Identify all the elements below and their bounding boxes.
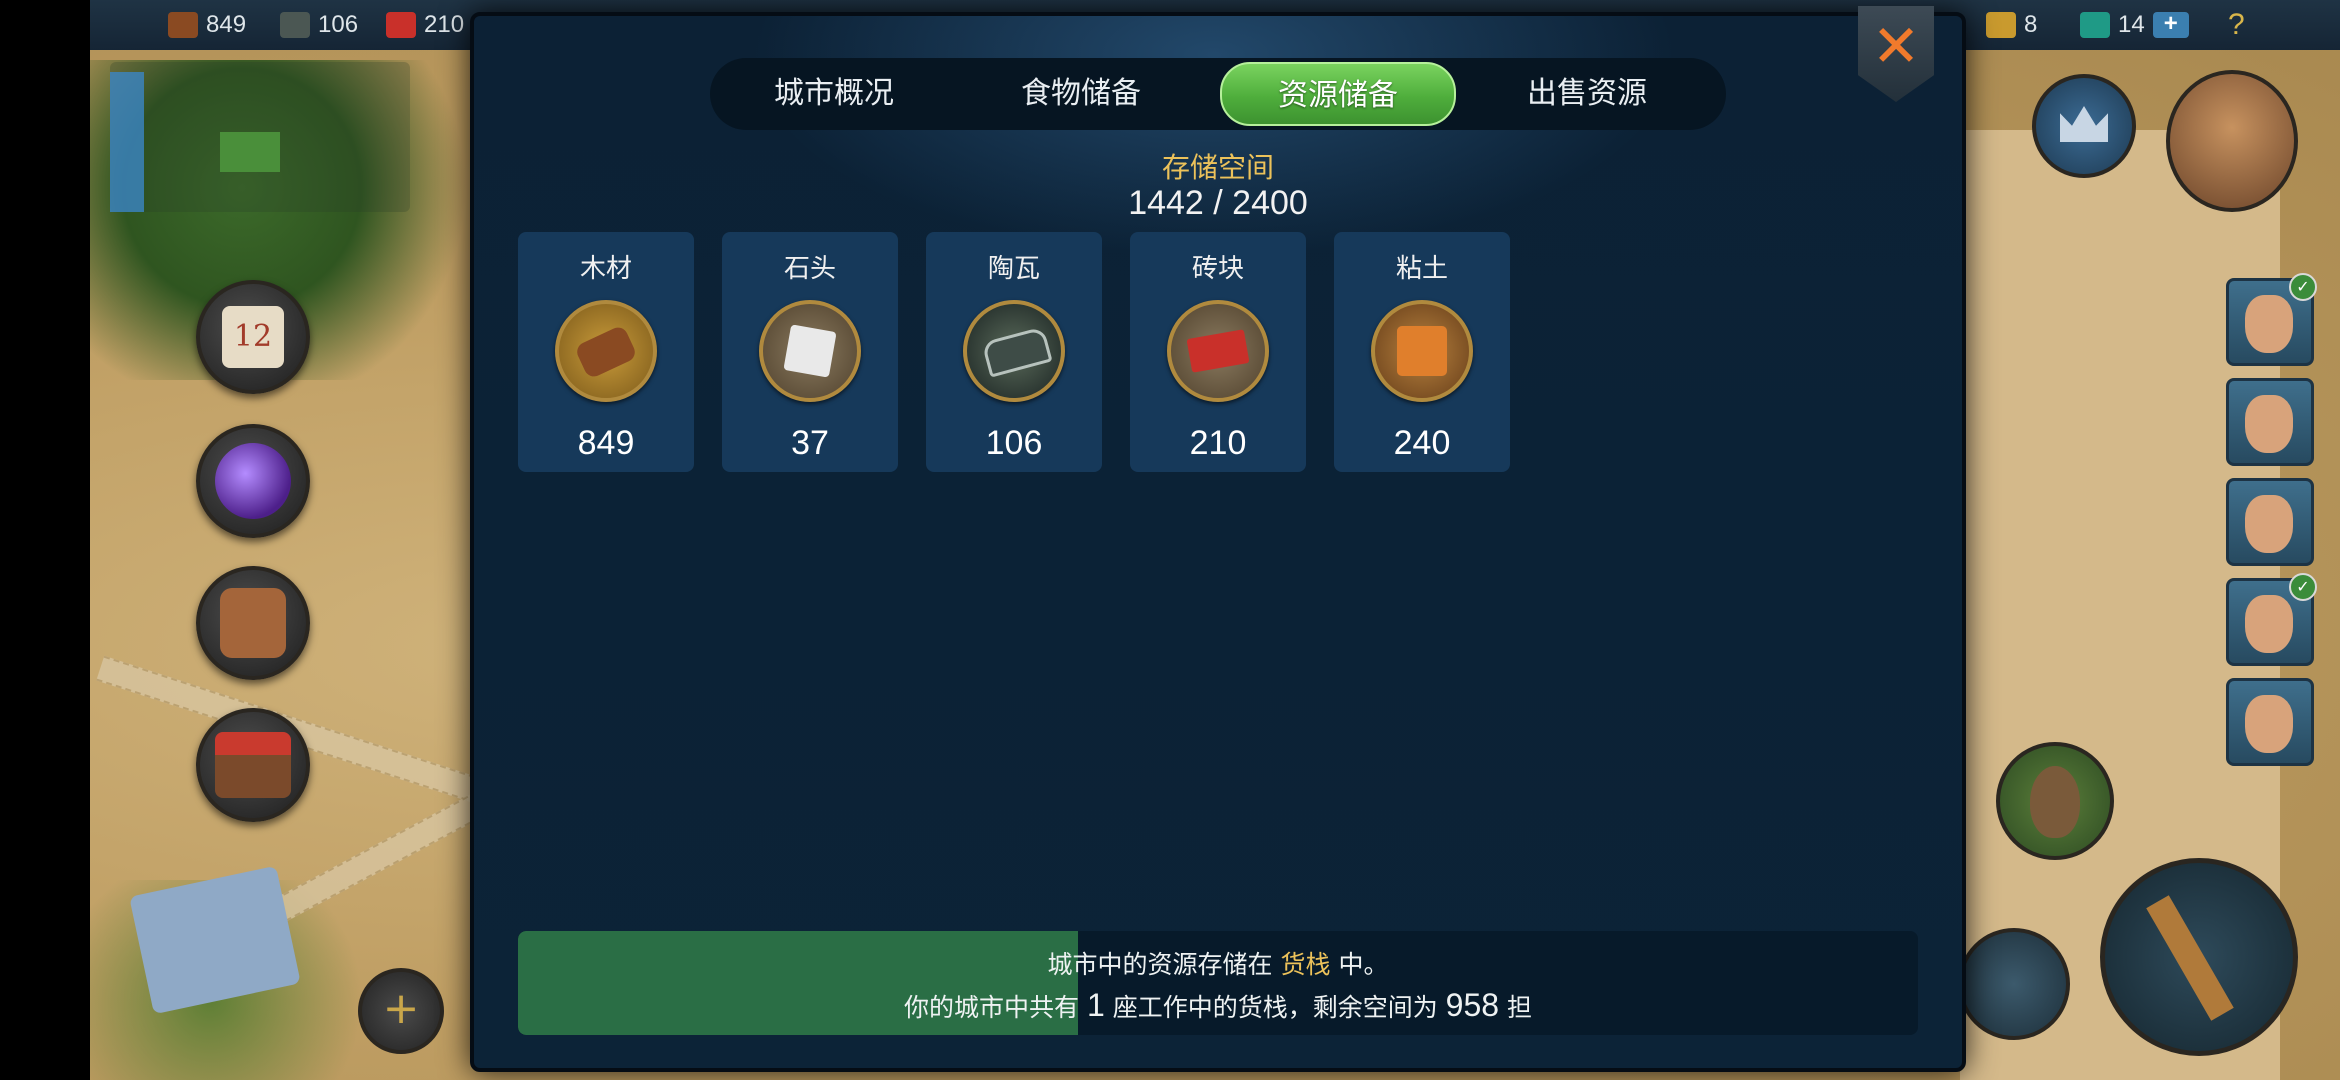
resource-name: 粘土 — [1395, 254, 1448, 284]
kingdom-button[interactable] — [2032, 74, 2136, 178]
minimap[interactable] — [110, 62, 410, 212]
roof-tile-shape — [981, 326, 1053, 378]
minimap-city — [220, 132, 280, 172]
build-hammer-button[interactable] — [2100, 858, 2298, 1056]
resource-name: 陶瓦 — [987, 254, 1040, 284]
storage-space-value: 1442 / 2400 — [1128, 184, 1308, 222]
tab-city-overview[interactable]: 城市概况 — [726, 62, 942, 126]
potion-orb-icon — [215, 443, 291, 519]
info-text: 座工作中的货栈，剩余空间为 — [1112, 993, 1438, 1022]
add-button[interactable]: + — [358, 968, 444, 1054]
info-text: 城市中的资源存储在 — [1047, 950, 1273, 979]
resource-name: 砖块 — [1191, 254, 1244, 284]
worker-portrait[interactable]: ✓ — [2226, 573, 2317, 666]
brick-resource: 210 — [386, 6, 464, 44]
backpack-button[interactable] — [196, 566, 310, 680]
calendar-button[interactable]: 12 — [196, 280, 310, 394]
worker-portrait[interactable] — [2226, 478, 2314, 566]
worker-face — [2245, 495, 2293, 553]
gem-icon — [2080, 12, 2110, 38]
storage-space-label: 存储空间 — [1161, 151, 1274, 184]
warehouse-info-bar: 城市中的资源存储在 货栈 中。 你的城市中共有 1 座工作中的货栈，剩余空间为 … — [518, 931, 1918, 1035]
resource-card-stone: 石头 37 — [722, 232, 898, 472]
minimap-water — [110, 72, 144, 212]
tile-resource: 106 — [280, 6, 358, 44]
worker-portrait[interactable]: ✓ — [2226, 273, 2317, 366]
wood-resource: 849 — [168, 6, 246, 44]
blueprint-icon — [129, 865, 301, 1015]
roof-tile-icon — [963, 300, 1065, 402]
gourd-button[interactable] — [1996, 742, 2114, 860]
backpack-icon — [220, 588, 286, 658]
resource-name: 石头 — [783, 254, 836, 284]
check-icon: ✓ — [2289, 573, 2317, 601]
bricks-icon — [1167, 300, 1269, 402]
resource-card-brick: 砖块 210 — [1130, 232, 1306, 472]
stone-block-shape — [783, 324, 837, 378]
market-cart-button[interactable] — [196, 708, 310, 822]
resource-value: 240 — [1393, 424, 1451, 462]
tab-sell-resources[interactable]: 出售资源 — [1462, 62, 1712, 126]
wood-icon — [168, 12, 198, 38]
worker-face — [2245, 295, 2293, 353]
calendar-icon: 12 — [222, 306, 284, 368]
shovel-button[interactable] — [1958, 928, 2070, 1040]
worker-face — [2245, 695, 2293, 753]
magic-orb-button[interactable] — [196, 424, 310, 538]
clay-block-shape — [1397, 326, 1447, 376]
resource-name: 木材 — [579, 254, 632, 284]
close-icon: ✕ — [1871, 12, 1921, 80]
remaining-space: 958 — [1445, 987, 1500, 1023]
check-icon: ✓ — [2289, 273, 2317, 301]
buy-gems-button[interactable]: + — [2152, 12, 2189, 38]
warehouse-info-line1: 城市中的资源存储在 货栈 中。 — [518, 945, 1918, 981]
gem-count: 14 — [2118, 11, 2145, 38]
blueprint-map-button[interactable] — [120, 860, 310, 1020]
info-text: 中。 — [1338, 950, 1389, 979]
wood-logs-shape — [573, 324, 639, 380]
worker-face — [2245, 395, 2293, 453]
crown-icon — [2060, 106, 2108, 142]
bricks-icon — [386, 12, 416, 38]
advisor-avatar[interactable] — [2166, 70, 2298, 212]
warehouse-highlight: 货栈 — [1280, 950, 1331, 979]
brick-count: 210 — [424, 11, 465, 38]
worker-portrait[interactable] — [2226, 678, 2314, 766]
info-text: 担 — [1507, 993, 1533, 1022]
resource-card-wood: 木材 849 — [518, 232, 694, 472]
storage-dialog: 城市概况 食物储备 资源储备 出售资源 存储空间 1442 / 2400 木材 … — [470, 12, 1966, 1072]
market-cart-icon — [215, 732, 291, 798]
roof-tile-icon — [280, 12, 310, 38]
gem-resource: 14 + — [2080, 6, 2189, 44]
resource-value: 106 — [985, 424, 1043, 462]
warehouse-count: 1 — [1086, 987, 1105, 1023]
worker-face — [2245, 595, 2293, 653]
stone-block-icon — [759, 300, 861, 402]
tab-bar: 城市概况 食物储备 资源储备 出售资源 — [710, 58, 1726, 130]
tab-food-reserve[interactable]: 食物储备 — [946, 62, 1216, 126]
resource-card-clay: 粘土 240 — [1334, 232, 1510, 472]
gold-resource: 8 — [1986, 6, 2037, 44]
wood-count: 849 — [206, 11, 247, 38]
gold-bar-icon — [1986, 12, 2016, 38]
hammer-icon — [2146, 895, 2234, 1021]
clay-block-icon — [1371, 300, 1473, 402]
warehouse-info-line2: 你的城市中共有 1 座工作中的货栈，剩余空间为 958 担 — [518, 987, 1918, 1024]
resource-value: 210 — [1189, 424, 1247, 462]
help-icon: ? — [2228, 8, 2245, 41]
bricks-shape — [1186, 329, 1250, 373]
gold-count: 8 — [2024, 11, 2038, 38]
help-button[interactable]: ? — [2228, 6, 2245, 44]
tab-resource-reserve[interactable]: 资源储备 — [1220, 62, 1456, 126]
resource-value: 849 — [577, 424, 635, 462]
gourd-icon — [2030, 766, 2080, 838]
worker-portrait[interactable] — [2226, 378, 2314, 466]
wood-logs-icon — [555, 300, 657, 402]
tile-count: 106 — [318, 11, 359, 38]
info-text: 你的城市中共有 — [903, 993, 1079, 1022]
resource-card-tile: 陶瓦 106 — [926, 232, 1102, 472]
resource-value: 37 — [791, 424, 829, 462]
